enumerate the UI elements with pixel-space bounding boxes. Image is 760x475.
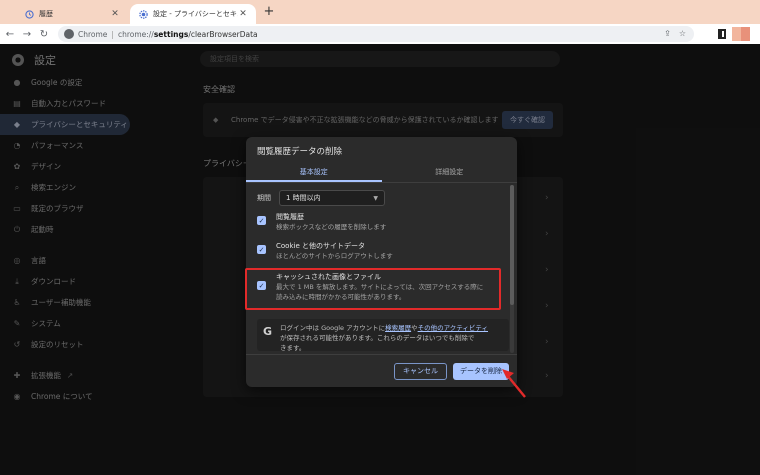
time-range-row: 期間 1 時間以内 ▼ — [257, 190, 385, 206]
time-range-label: 期間 — [257, 194, 271, 202]
checkbox-browsing-history[interactable]: ✓ — [257, 216, 266, 225]
address-url: chrome://settings/clearBrowserData — [118, 30, 258, 39]
dialog-scrollbar[interactable] — [510, 185, 514, 353]
close-icon[interactable]: ✕ — [238, 9, 248, 19]
option-title: 閲覧履歴 — [276, 213, 304, 221]
back-icon[interactable]: ← — [3, 29, 17, 40]
google-notice-text: ログイン中は Google アカウントに検索履歴やその他のアクティビティ が保存… — [280, 323, 488, 353]
url-scheme: chrome:// — [117, 29, 154, 39]
reload-icon[interactable]: ↻ — [37, 29, 51, 40]
tab-advanced[interactable]: 詳細設定 — [382, 163, 518, 182]
checkbox-cookies[interactable]: ✓ — [257, 245, 266, 254]
chrome-icon — [64, 29, 74, 39]
gear-icon — [138, 9, 148, 19]
address-bar[interactable]: Chrome | chrome://settings/clearBrowserD… — [58, 26, 694, 42]
tab-settings-label: 設定 - プライバシーとセキュリティ — [153, 10, 238, 18]
highlight-box — [245, 268, 501, 310]
side-panel-icon[interactable] — [718, 29, 726, 39]
google-account-notice: G ログイン中は Google アカウントに検索履歴やその他のアクティビティ が… — [257, 319, 509, 353]
notice-suffix-2: きます。 — [280, 344, 306, 352]
chevron-down-icon: ▼ — [373, 194, 378, 202]
dialog-title: 閲覧履歴データの削除 — [257, 147, 343, 157]
other-activity-link[interactable]: その他のアクティビティ — [418, 324, 488, 332]
option-browsing-history: ✓ 閲覧履歴 検索ボックスなどの履歴を削除します — [257, 212, 386, 232]
time-range-select[interactable]: 1 時間以内 ▼ — [279, 190, 385, 206]
avatar[interactable] — [732, 27, 750, 41]
bookmark-star-icon[interactable]: ☆ — [679, 29, 686, 38]
option-cookies: ✓ Cookie と他のサイトデータ ほとんどのサイトからログアウトします — [257, 241, 393, 261]
share-icon[interactable]: ⇪ — [664, 29, 671, 38]
tab-strip: 履歴 ✕ 設定 - プライバシーとセキュリティ ✕ + — [0, 0, 760, 24]
omnibox-actions: ⇪ ☆ — [664, 29, 686, 38]
new-tab-button[interactable]: + — [262, 5, 276, 19]
tab-history[interactable]: 履歴 ✕ — [16, 4, 128, 24]
cancel-button[interactable]: キャンセル — [394, 363, 447, 380]
close-icon[interactable]: ✕ — [110, 9, 120, 19]
option-title: Cookie と他のサイトデータ — [276, 242, 365, 250]
search-history-link[interactable]: 検索履歴 — [385, 324, 411, 332]
address-separator: | — [111, 29, 114, 39]
tab-settings[interactable]: 設定 - プライバシーとセキュリティ ✕ — [130, 4, 256, 24]
google-icon: G — [263, 325, 273, 338]
history-icon — [24, 9, 34, 19]
address-host: Chrome — [78, 29, 108, 39]
option-desc: ほとんどのサイトからログアウトします — [276, 252, 393, 260]
url-path-rest: /clearBrowserData — [188, 29, 258, 39]
notice-prefix: ログイン中は Google アカウントに — [280, 324, 386, 332]
dialog-footer: キャンセル データを削除 — [246, 354, 517, 387]
forward-icon[interactable]: → — [20, 29, 34, 40]
toolbar-right — [718, 27, 750, 41]
tab-history-label: 履歴 — [39, 10, 53, 18]
scrollbar-thumb[interactable] — [510, 185, 514, 305]
notice-suffix: が保存される可能性があります。これらのデータはいつでも削除で — [280, 334, 475, 342]
option-desc: 検索ボックスなどの履歴を削除します — [276, 223, 387, 231]
dialog-tabs: 基本設定 詳細設定 — [246, 163, 517, 183]
url-path-bold: settings — [153, 29, 189, 39]
pointer-arrow-icon — [502, 369, 526, 398]
time-range-value: 1 時間以内 — [286, 194, 321, 202]
clear-browsing-data-dialog: 閲覧履歴データの削除 基本設定 詳細設定 期間 1 時間以内 ▼ ✓ 閲覧履歴 … — [246, 137, 517, 387]
toolbar: ← → ↻ Chrome | chrome://settings/clearBr… — [0, 24, 760, 44]
tab-basic[interactable]: 基本設定 — [246, 163, 382, 182]
